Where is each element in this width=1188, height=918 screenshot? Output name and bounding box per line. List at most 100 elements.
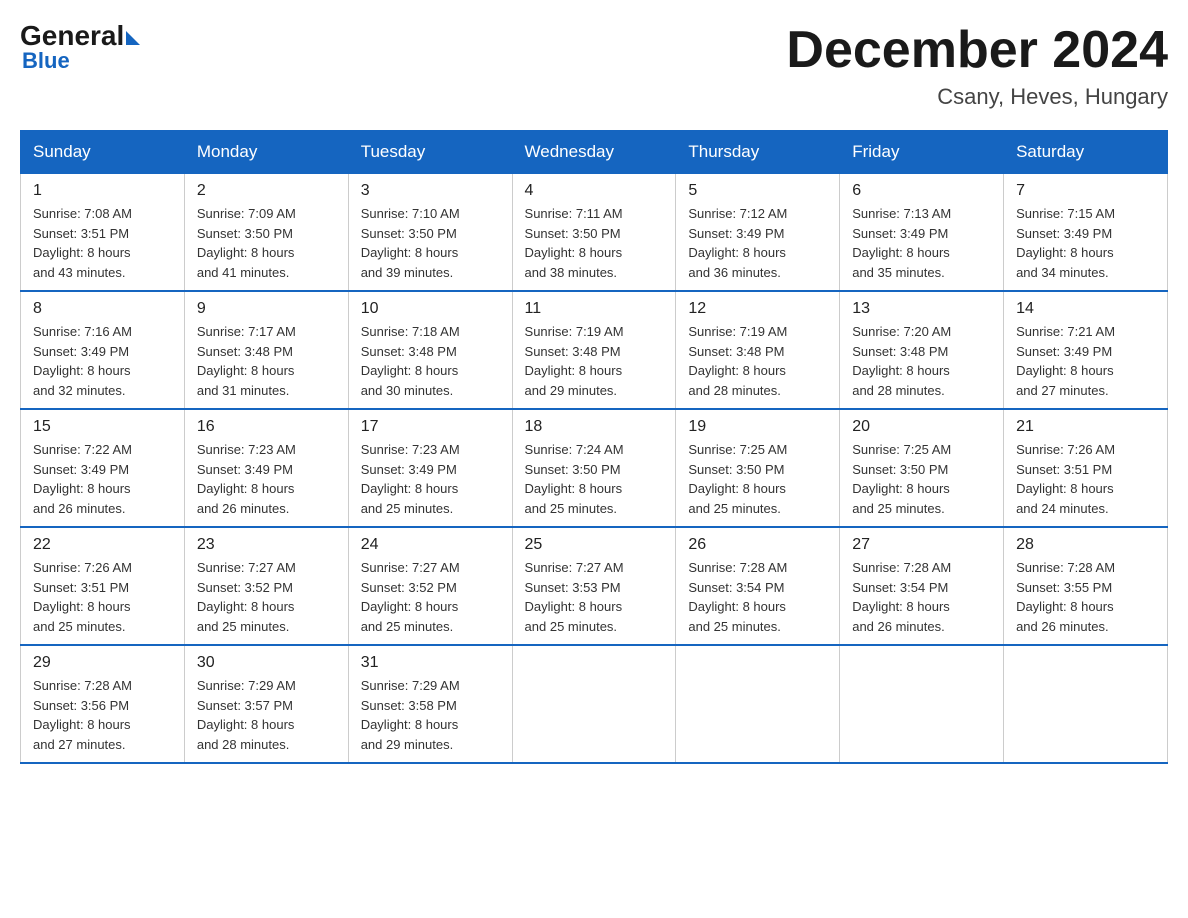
table-row: 13 Sunrise: 7:20 AMSunset: 3:48 PMDayligh… [840, 291, 1004, 409]
month-title: December 2024 [786, 20, 1168, 80]
table-row: 22 Sunrise: 7:26 AMSunset: 3:51 PMDayligh… [21, 527, 185, 645]
day-number: 13 [852, 300, 991, 318]
logo-triangle-icon [126, 31, 140, 45]
day-info: Sunrise: 7:28 AMSunset: 3:56 PMDaylight:… [33, 676, 172, 754]
day-number: 20 [852, 418, 991, 436]
day-info: Sunrise: 7:22 AMSunset: 3:49 PMDaylight:… [33, 440, 172, 518]
day-info: Sunrise: 7:16 AMSunset: 3:49 PMDaylight:… [33, 322, 172, 400]
day-info: Sunrise: 7:29 AMSunset: 3:57 PMDaylight:… [197, 676, 336, 754]
day-number: 7 [1016, 182, 1155, 200]
table-row: 14Sunrise: 7:21 AMSunset: 3:49 PMDayligh… [1004, 291, 1168, 409]
logo: General Blue [20, 20, 140, 74]
header-tuesday: Tuesday [348, 131, 512, 173]
day-number: 9 [197, 300, 336, 318]
logo-blue: Blue [22, 48, 70, 74]
day-info: Sunrise: 7:21 AMSunset: 3:49 PMDaylight:… [1016, 322, 1155, 400]
table-row: 4Sunrise: 7:11 AMSunset: 3:50 PMDaylight… [512, 173, 676, 291]
day-number: 10 [361, 300, 500, 318]
day-info: Sunrise: 7:18 AMSunset: 3:48 PMDaylight:… [361, 322, 500, 400]
day-info: Sunrise: 7:20 AMSunset: 3:48 PMDaylight:… [852, 322, 991, 400]
day-number: 11 [525, 300, 664, 318]
day-info: Sunrise: 7:27 AMSunset: 3:52 PMDaylight:… [197, 558, 336, 636]
table-row: 10 Sunrise: 7:18 AMSunset: 3:48 PMDayligh… [348, 291, 512, 409]
table-row: 1Sunrise: 7:08 AMSunset: 3:51 PMDaylight… [21, 173, 185, 291]
table-row: 26Sunrise: 7:28 AMSunset: 3:54 PMDayligh… [676, 527, 840, 645]
table-row: 15 Sunrise: 7:22 AMSunset: 3:49 PMDayligh… [21, 409, 185, 527]
day-info: Sunrise: 7:26 AMSunset: 3:51 PMDaylight:… [1016, 440, 1155, 518]
day-info: Sunrise: 7:28 AMSunset: 3:55 PMDaylight:… [1016, 558, 1155, 636]
table-row: 20 Sunrise: 7:25 AMSunset: 3:50 PMDayligh… [840, 409, 1004, 527]
day-info: Sunrise: 7:25 AMSunset: 3:50 PMDaylight:… [852, 440, 991, 518]
header-monday: Monday [184, 131, 348, 173]
day-info: Sunrise: 7:23 AMSunset: 3:49 PMDaylight:… [361, 440, 500, 518]
day-number: 21 [1016, 418, 1155, 436]
day-info: Sunrise: 7:09 AMSunset: 3:50 PMDaylight:… [197, 204, 336, 282]
table-row: 8 Sunrise: 7:16 AMSunset: 3:49 PMDaylight… [21, 291, 185, 409]
table-row: 12Sunrise: 7:19 AMSunset: 3:48 PMDayligh… [676, 291, 840, 409]
day-number: 12 [688, 300, 827, 318]
day-number: 5 [688, 182, 827, 200]
day-info: Sunrise: 7:29 AMSunset: 3:58 PMDaylight:… [361, 676, 500, 754]
table-row: 9 Sunrise: 7:17 AMSunset: 3:48 PMDaylight… [184, 291, 348, 409]
day-number: 3 [361, 182, 500, 200]
day-number: 23 [197, 536, 336, 554]
table-row [676, 645, 840, 763]
day-info: Sunrise: 7:27 AMSunset: 3:52 PMDaylight:… [361, 558, 500, 636]
table-row: 19Sunrise: 7:25 AMSunset: 3:50 PMDayligh… [676, 409, 840, 527]
day-info: Sunrise: 7:28 AMSunset: 3:54 PMDaylight:… [852, 558, 991, 636]
day-number: 4 [525, 182, 664, 200]
day-info: Sunrise: 7:17 AMSunset: 3:48 PMDaylight:… [197, 322, 336, 400]
day-number: 6 [852, 182, 991, 200]
table-row: 25Sunrise: 7:27 AMSunset: 3:53 PMDayligh… [512, 527, 676, 645]
day-number: 8 [33, 300, 172, 318]
day-number: 27 [852, 536, 991, 554]
location: Csany, Heves, Hungary [786, 84, 1168, 110]
table-row: 29 Sunrise: 7:28 AMSunset: 3:56 PMDayligh… [21, 645, 185, 763]
day-number: 22 [33, 536, 172, 554]
table-row [1004, 645, 1168, 763]
table-row: 2Sunrise: 7:09 AMSunset: 3:50 PMDaylight… [184, 173, 348, 291]
calendar-table: Sunday Monday Tuesday Wednesday Thursday… [20, 130, 1168, 764]
table-row: 18Sunrise: 7:24 AMSunset: 3:50 PMDayligh… [512, 409, 676, 527]
header-sunday: Sunday [21, 131, 185, 173]
day-info: Sunrise: 7:12 AMSunset: 3:49 PMDaylight:… [688, 204, 827, 282]
day-info: Sunrise: 7:26 AMSunset: 3:51 PMDaylight:… [33, 558, 172, 636]
day-info: Sunrise: 7:19 AMSunset: 3:48 PMDaylight:… [525, 322, 664, 400]
day-number: 31 [361, 654, 500, 672]
day-number: 16 [197, 418, 336, 436]
calendar-week-row: 8 Sunrise: 7:16 AMSunset: 3:49 PMDaylight… [21, 291, 1168, 409]
day-number: 17 [361, 418, 500, 436]
title-section: December 2024 Csany, Heves, Hungary [786, 20, 1168, 110]
table-row: 30 Sunrise: 7:29 AMSunset: 3:57 PMDayligh… [184, 645, 348, 763]
calendar-week-row: 15 Sunrise: 7:22 AMSunset: 3:49 PMDayligh… [21, 409, 1168, 527]
table-row [512, 645, 676, 763]
day-number: 24 [361, 536, 500, 554]
table-row: 7 Sunrise: 7:15 AMSunset: 3:49 PMDaylight… [1004, 173, 1168, 291]
table-row: 16 Sunrise: 7:23 AMSunset: 3:49 PMDayligh… [184, 409, 348, 527]
day-info: Sunrise: 7:15 AMSunset: 3:49 PMDaylight:… [1016, 204, 1155, 282]
day-number: 29 [33, 654, 172, 672]
calendar-week-row: 1Sunrise: 7:08 AMSunset: 3:51 PMDaylight… [21, 173, 1168, 291]
day-number: 26 [688, 536, 827, 554]
table-row: 11 Sunrise: 7:19 AMSunset: 3:48 PMDayligh… [512, 291, 676, 409]
day-info: Sunrise: 7:10 AMSunset: 3:50 PMDaylight:… [361, 204, 500, 282]
table-row: 3 Sunrise: 7:10 AMSunset: 3:50 PMDaylight… [348, 173, 512, 291]
day-number: 1 [33, 182, 172, 200]
day-number: 15 [33, 418, 172, 436]
table-row: 6Sunrise: 7:13 AMSunset: 3:49 PMDaylight… [840, 173, 1004, 291]
day-number: 18 [525, 418, 664, 436]
calendar-week-row: 22 Sunrise: 7:26 AMSunset: 3:51 PMDayligh… [21, 527, 1168, 645]
day-info: Sunrise: 7:25 AMSunset: 3:50 PMDaylight:… [688, 440, 827, 518]
table-row: 31 Sunrise: 7:29 AMSunset: 3:58 PMDayligh… [348, 645, 512, 763]
table-row [840, 645, 1004, 763]
day-info: Sunrise: 7:27 AMSunset: 3:53 PMDaylight:… [525, 558, 664, 636]
table-row: 28 Sunrise: 7:28 AMSunset: 3:55 PMDayligh… [1004, 527, 1168, 645]
header-friday: Friday [840, 131, 1004, 173]
table-row: 21 Sunrise: 7:26 AMSunset: 3:51 PMDayligh… [1004, 409, 1168, 527]
table-row: 17 Sunrise: 7:23 AMSunset: 3:49 PMDayligh… [348, 409, 512, 527]
day-info: Sunrise: 7:23 AMSunset: 3:49 PMDaylight:… [197, 440, 336, 518]
day-number: 30 [197, 654, 336, 672]
day-number: 28 [1016, 536, 1155, 554]
table-row: 5 Sunrise: 7:12 AMSunset: 3:49 PMDaylight… [676, 173, 840, 291]
calendar-header-row: Sunday Monday Tuesday Wednesday Thursday… [21, 131, 1168, 173]
